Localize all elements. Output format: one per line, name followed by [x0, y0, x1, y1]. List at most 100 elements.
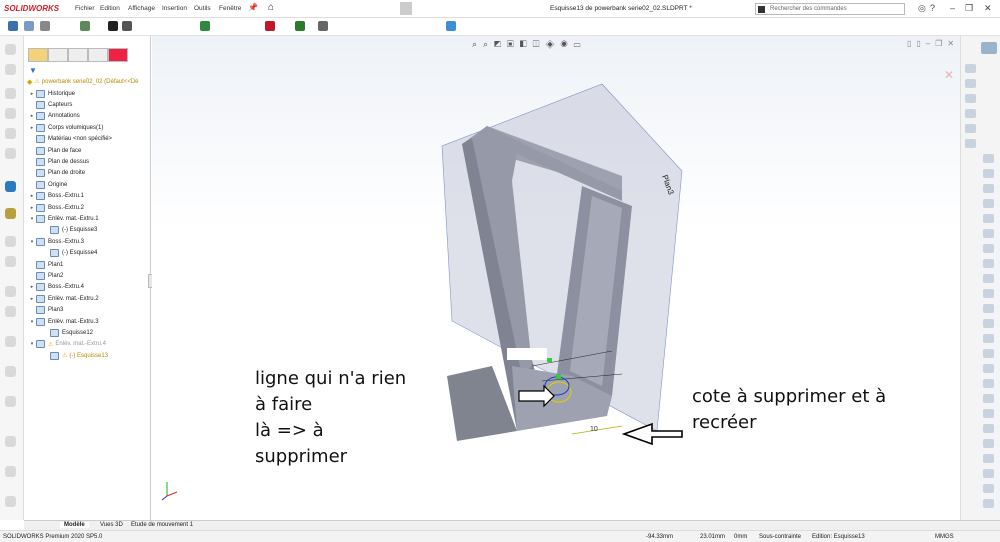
taskpane-tool-icon[interactable] [983, 364, 994, 373]
taskpane-tool-icon[interactable] [983, 334, 994, 343]
restore-button[interactable]: ❐ [965, 3, 973, 14]
filter-icon[interactable]: ▼ [29, 66, 37, 75]
tool-icon[interactable] [5, 256, 16, 267]
expand-toggle[interactable]: ▸ [28, 296, 36, 302]
check-icon[interactable] [80, 21, 90, 31]
tool-icon[interactable] [5, 128, 16, 139]
search-input[interactable]: Rechercher des commandes [755, 3, 905, 15]
tree-item[interactable]: Plan1 [28, 259, 63, 270]
taskpane-tool-icon[interactable] [965, 109, 976, 118]
tree-item[interactable]: Plan de dessus [28, 156, 89, 167]
pin-icon[interactable]: 📌 [248, 3, 258, 12]
tool-icon[interactable] [5, 108, 16, 119]
tab-dimxpert[interactable] [88, 48, 108, 62]
sum-icon[interactable] [108, 21, 118, 31]
sketch-active-icon[interactable] [5, 208, 16, 219]
tree-item[interactable]: ▸ Historique [28, 88, 75, 99]
tree-item[interactable]: ▸ Boss.-Extru.1 [28, 191, 84, 202]
tree-item[interactable]: ▸ Corps volumiques(1) [28, 122, 103, 133]
trim-icon[interactable] [122, 21, 132, 31]
tool-icon[interactable] [5, 44, 16, 55]
tree-item[interactable]: Matériau <non spécifié> [28, 134, 112, 145]
tab-vues-3d[interactable]: Vues 3D [96, 522, 127, 528]
home-icon[interactable]: ⌂ [268, 2, 274, 13]
expand-toggle[interactable]: ▸ [28, 193, 36, 199]
taskpane-tool-icon[interactable] [983, 484, 994, 493]
tree-item[interactable]: Esquisse12 [42, 327, 93, 338]
tool-icon[interactable] [5, 436, 16, 447]
tool-icon[interactable] [5, 336, 16, 347]
tree-item[interactable]: Origine [28, 179, 67, 190]
expand-toggle[interactable]: ▸ [28, 284, 36, 290]
tree-item[interactable]: (-) Esquisse4 [42, 248, 97, 259]
expand-toggle[interactable]: ▸ [28, 205, 36, 211]
red-block-icon[interactable] [265, 21, 275, 31]
taskpane-tool-icon[interactable] [983, 244, 994, 253]
tree-root[interactable]: ◆ ⚠ powerbank serie02_02 (Défaut<<Dé [27, 76, 139, 87]
taskpane-tool-icon[interactable] [983, 454, 994, 463]
taskpane-tool-icon[interactable] [983, 319, 994, 328]
sketch-tool-icon[interactable] [8, 21, 18, 31]
menu-edition[interactable]: Edition [100, 5, 120, 12]
taskpane-tool-icon[interactable] [965, 139, 976, 148]
close-button[interactable]: ✕ [984, 3, 992, 14]
expand-toggle[interactable]: ▾ [28, 341, 36, 347]
taskpane-tool-icon[interactable] [983, 169, 994, 178]
user-icon[interactable]: ◎ [918, 3, 926, 14]
tab-property-manager[interactable] [48, 48, 68, 62]
graphics-area[interactable]: ⌕⌕◩▣◧◫◈◉▭ ▯▯–❐✕ ✕ 10 Plan3 ligne qui n'a… [152, 36, 960, 520]
tab-modele[interactable]: Modèle [60, 522, 89, 528]
taskpane-tool-icon[interactable] [983, 289, 994, 298]
tab-etude-mouvement[interactable]: Etude de mouvement 1 [127, 522, 197, 528]
units-selector[interactable]: MMGS [935, 534, 954, 540]
taskpane-tool-icon[interactable] [983, 424, 994, 433]
taskpane-tool-icon[interactable] [965, 124, 976, 133]
tool-icon[interactable] [5, 286, 16, 297]
menu-affichage[interactable]: Affichage [128, 5, 155, 12]
select-arrow-icon[interactable] [400, 2, 412, 15]
tool-icon[interactable] [5, 306, 16, 317]
taskpane-tool-icon[interactable] [983, 214, 994, 223]
tool-icon[interactable] [5, 64, 16, 75]
menu-fichier[interactable]: Fichier [75, 5, 95, 12]
tree-item[interactable]: ▸ Boss.-Extru.4 [28, 282, 84, 293]
display-style-icon[interactable] [446, 21, 456, 31]
taskpane-tool-icon[interactable] [983, 304, 994, 313]
taskpane-tool-icon[interactable] [983, 439, 994, 448]
taskpane-tool-icon[interactable] [983, 349, 994, 358]
help-icon[interactable]: ? [930, 3, 935, 13]
menu-insertion[interactable]: Insertion [162, 5, 187, 12]
taskpane-tool-icon[interactable] [983, 409, 994, 418]
tree-item[interactable]: ▾ Enlèv. mat.-Extru.3 [28, 316, 99, 327]
tree-item[interactable]: ▾ ⚠ Enlèv. mat.-Extru.4 [28, 339, 106, 350]
taskpane-tool-icon[interactable] [965, 79, 976, 88]
expand-toggle[interactable]: ▸ [28, 113, 36, 119]
expand-toggle[interactable]: ▾ [28, 319, 36, 325]
minimize-button[interactable]: – [950, 3, 955, 13]
zoom-icon[interactable] [318, 21, 328, 31]
tool-icon[interactable] [5, 88, 16, 99]
tree-item[interactable]: (-) Esquisse3 [42, 225, 97, 236]
tree-item[interactable]: Plan de face [28, 145, 81, 156]
taskpane-tool-icon[interactable] [983, 379, 994, 388]
taskpane-tool-icon[interactable] [983, 154, 994, 163]
taskpane-tool-icon[interactable] [965, 94, 976, 103]
tree-item[interactable]: ▾ Boss.-Extru.3 [28, 236, 84, 247]
taskpane-tool-icon[interactable] [983, 259, 994, 268]
tree-item[interactable]: Plan3 [28, 305, 63, 316]
tree-item[interactable]: ▸ Annotations [28, 111, 80, 122]
menu-fenetre[interactable]: Fenêtre [219, 5, 241, 12]
smart-dimension-icon[interactable] [24, 21, 34, 31]
taskpane-tool-icon[interactable] [965, 64, 976, 73]
taskpane-tool-icon[interactable] [983, 394, 994, 403]
expand-toggle[interactable]: ▸ [28, 91, 36, 97]
tool-icon[interactable] [5, 148, 16, 159]
taskpane-toggle[interactable] [981, 42, 997, 54]
taskpane-tool-icon[interactable] [983, 274, 994, 283]
taskpane-tool-icon[interactable] [983, 184, 994, 193]
tab-configuration-manager[interactable] [68, 48, 88, 62]
tree-item[interactable]: ▾ Enlèv. mat.-Extru.1 [28, 213, 99, 224]
menu-outils[interactable]: Outils [194, 5, 211, 12]
tree-item[interactable]: Plan de droite [28, 168, 85, 179]
relations-icon[interactable] [40, 21, 50, 31]
